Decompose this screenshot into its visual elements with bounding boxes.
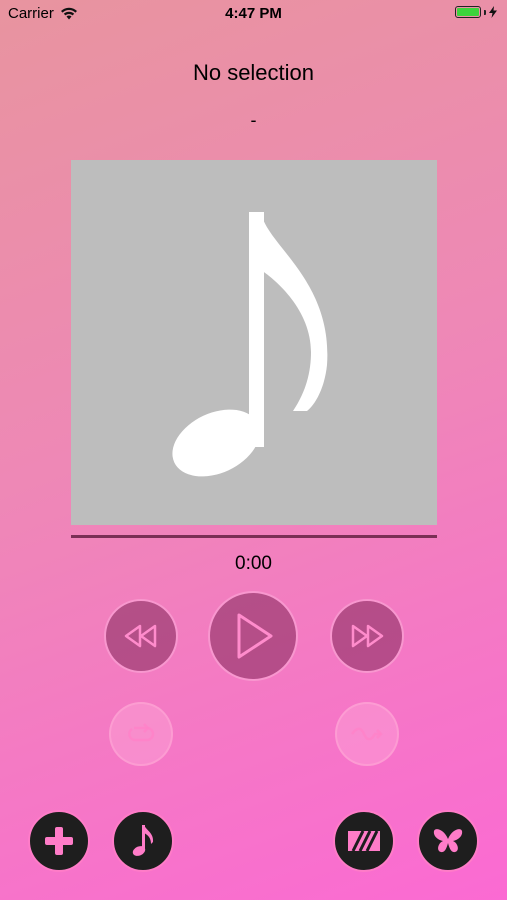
- butterfly-icon: [433, 829, 463, 853]
- progress-slider[interactable]: [71, 535, 437, 538]
- rewind-icon: [124, 624, 157, 648]
- repeat-button[interactable]: [109, 702, 173, 766]
- music-note-icon: [172, 212, 328, 477]
- repeat-icon: [128, 723, 155, 742]
- wave-icon: [350, 727, 383, 741]
- stripes-icon: [348, 830, 380, 852]
- track-artist: -: [250, 110, 257, 130]
- add-button[interactable]: [28, 810, 90, 872]
- play-icon: [237, 613, 273, 659]
- status-bar: Carrier 4:47 PM: [0, 0, 507, 28]
- fast-forward-button[interactable]: [330, 599, 404, 673]
- track-title: No selection: [192, 60, 315, 85]
- battery-indicator: [455, 6, 497, 18]
- play-button[interactable]: [208, 591, 298, 681]
- charging-bolt-icon: [489, 6, 497, 18]
- effect-button[interactable]: [335, 702, 399, 766]
- clock: 4:47 PM: [225, 5, 282, 22]
- elapsed-time: 0:00: [235, 553, 272, 574]
- album-artwork: [71, 160, 437, 525]
- battery-icon: [455, 6, 481, 18]
- theme-button[interactable]: [417, 810, 479, 872]
- plus-icon: [45, 827, 73, 855]
- fast-forward-icon: [351, 624, 384, 648]
- visualizer-button[interactable]: [333, 810, 395, 872]
- rewind-button[interactable]: [104, 599, 178, 673]
- music-note-icon: [132, 825, 154, 856]
- library-button[interactable]: [112, 810, 174, 872]
